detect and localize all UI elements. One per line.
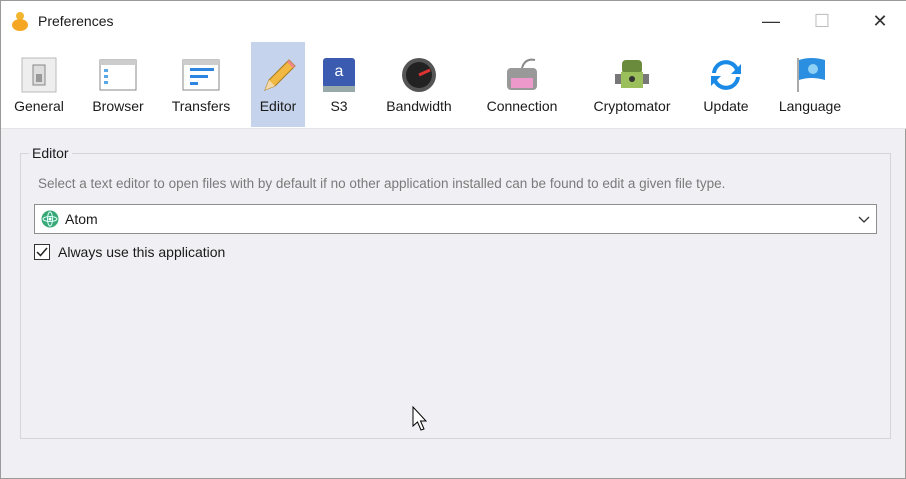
chevron-down-icon [858,212,870,226]
tab-label: Cryptomator [593,98,670,114]
gauge-icon [400,56,438,94]
pencil-icon [259,56,297,94]
tab-browser[interactable]: Browser [87,42,149,127]
flag-icon [791,56,829,94]
tab-bandwidth[interactable]: Bandwidth [379,42,459,127]
editor-description: Select a text editor to open files with … [38,176,725,191]
tab-label: Editor [260,98,297,114]
tab-label: Bandwidth [386,98,451,114]
tab-transfers[interactable]: Transfers [169,42,233,127]
tab-label: General [14,98,64,114]
window-title: Preferences [38,13,113,29]
tab-label: S3 [330,98,347,114]
editor-group-label: Editor [29,145,72,161]
s3-icon: a [320,56,358,94]
tab-connection[interactable]: Connection [479,42,565,127]
tab-label: Language [779,98,841,114]
checkmark-icon [35,245,49,259]
tab-cryptomator[interactable]: Cryptomator [585,42,679,127]
tab-update[interactable]: Update [699,42,753,127]
preferences-toolbar: General Browser Transfers Editor a S3 Ba… [1,41,906,129]
browser-icon [99,56,137,94]
update-icon [707,56,745,94]
tab-label: Browser [92,98,143,114]
mouse-cursor-icon [412,406,428,432]
general-icon [20,56,58,94]
duck-app-icon [11,11,29,31]
tab-general[interactable]: General [9,42,69,127]
editor-select[interactable]: Atom [34,204,877,234]
tab-s3[interactable]: a S3 [319,42,359,127]
tab-language[interactable]: Language [773,42,847,127]
editor-group [20,153,891,439]
svg-text:a: a [335,63,344,80]
tab-label: Connection [487,98,558,114]
minimize-button[interactable]: — [756,9,786,33]
tab-label: Transfers [172,98,231,114]
editor-select-value: Atom [65,211,98,227]
transfers-icon [182,56,220,94]
title-bar: Preferences — ☐ ✕ [1,1,906,41]
tab-label: Update [703,98,748,114]
maximize-button[interactable]: ☐ [807,9,837,33]
cryptomator-icon [613,56,651,94]
always-use-label[interactable]: Always use this application [58,244,225,260]
tab-editor[interactable]: Editor [251,42,305,127]
always-use-checkbox[interactable] [34,244,50,260]
close-button[interactable]: ✕ [865,9,895,33]
connection-icon [503,56,541,94]
atom-icon [41,210,59,228]
